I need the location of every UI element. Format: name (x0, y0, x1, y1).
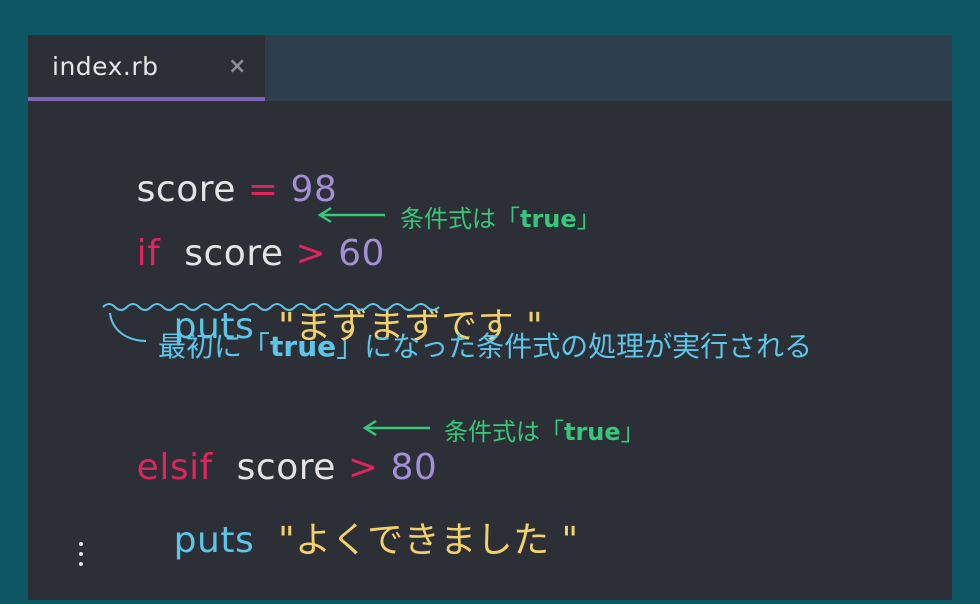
condition-true-note: 条件式は「true」 (444, 412, 645, 447)
callout-note: 最初に「true」になった条件式の処理が実行される (158, 325, 812, 365)
code-line-5: puts "よくできました " (102, 470, 579, 604)
note-value: true (520, 205, 577, 233)
note-text: 条件式は「 (444, 418, 564, 446)
string-literal: "よくできました " (278, 520, 579, 561)
left-arrow-icon (362, 419, 430, 437)
code-area[interactable]: score = 98 if score > 60 条件式は「true」 puts… (28, 35, 952, 600)
note-text: 」 (620, 418, 645, 446)
note-text: 条件式は「 (400, 205, 520, 233)
left-arrow-icon (317, 206, 385, 224)
editor-window: index.rb × score = 98 if score > 60 条件式は… (28, 35, 952, 600)
condition-true-note: 条件式は「true」 (400, 199, 601, 234)
note-value: true (564, 418, 621, 446)
callout-text: 最初に「 (158, 330, 271, 363)
function-puts: puts (173, 520, 255, 561)
callout-text: 」になった条件式の処理が実行される (336, 330, 813, 363)
vertical-ellipsis-icon (78, 538, 84, 570)
callout-value: true (270, 330, 337, 363)
note-text: 」 (576, 205, 601, 233)
